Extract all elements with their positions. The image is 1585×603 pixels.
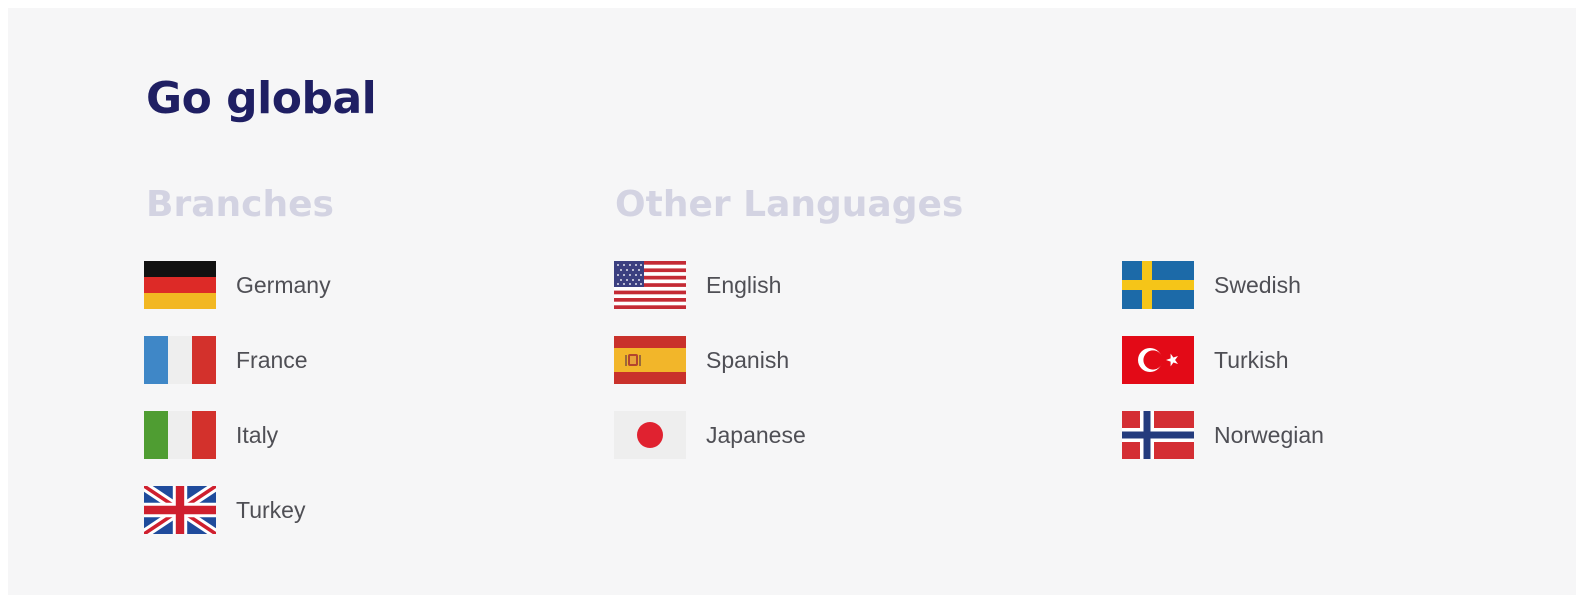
uk-flag-icon — [144, 486, 216, 534]
language-label: Turkish — [1214, 346, 1289, 373]
go-global-section: Go global Branches Other Languages Germa… — [8, 8, 1576, 595]
language-link-swedish[interactable]: Swedish — [1122, 261, 1324, 309]
turkey-flag-icon — [1122, 336, 1194, 384]
sweden-flag-icon — [1122, 261, 1194, 309]
germany-flag-icon — [144, 261, 216, 309]
branch-label: Turkey — [236, 496, 306, 523]
branch-link-italy[interactable]: Italy — [144, 411, 331, 459]
italy-flag-icon — [144, 411, 216, 459]
language-label: Spanish — [706, 346, 790, 373]
branch-link-turkey[interactable]: Turkey — [144, 486, 331, 534]
japan-flag-icon — [614, 411, 686, 459]
language-link-norwegian[interactable]: Norwegian — [1122, 411, 1324, 459]
language-label: Swedish — [1214, 271, 1301, 298]
language-link-japanese[interactable]: Japanese — [614, 411, 806, 459]
spain-flag-icon — [614, 336, 686, 384]
usa-flag-icon — [614, 261, 686, 309]
section-title: Go global — [146, 73, 377, 124]
language-link-english[interactable]: English — [614, 261, 806, 309]
branch-label: France — [236, 346, 308, 373]
branch-label: Germany — [236, 271, 331, 298]
branch-label: Italy — [236, 421, 279, 448]
language-link-spanish[interactable]: Spanish — [614, 336, 806, 384]
languages-list-column-2: Swedish Turkish Norwegian — [1122, 261, 1324, 486]
branches-list: Germany France Italy Turkey — [144, 261, 331, 561]
language-label: English — [706, 271, 782, 298]
other-languages-heading: Other Languages — [615, 184, 964, 225]
branch-link-france[interactable]: France — [144, 336, 331, 384]
language-link-turkish[interactable]: Turkish — [1122, 336, 1324, 384]
branches-heading: Branches — [146, 184, 334, 225]
norway-flag-icon — [1122, 411, 1194, 459]
language-label: Japanese — [706, 421, 806, 448]
france-flag-icon — [144, 336, 216, 384]
branch-link-germany[interactable]: Germany — [144, 261, 331, 309]
languages-list-column-1: English Spanish Japanese — [614, 261, 806, 486]
language-label: Norwegian — [1214, 421, 1324, 448]
